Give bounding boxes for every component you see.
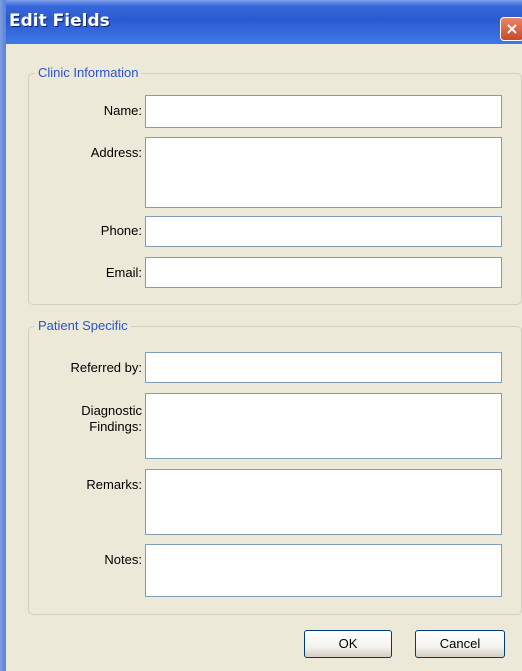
phone-label: Phone: (100, 223, 142, 238)
dialog-body: Clinic Information Name: Address: Phone:… (6, 44, 522, 671)
close-button[interactable]: × (500, 17, 522, 41)
address-label: Address: (90, 145, 142, 160)
name-label: Name: (103, 103, 142, 118)
title-bar-highlight (0, 0, 522, 6)
cancel-button[interactable]: Cancel (415, 630, 505, 658)
clinic-information-legend: Clinic Information (35, 65, 142, 80)
diagnostic-findings-field[interactable] (145, 393, 502, 459)
title-bar[interactable]: Edit Fields × (0, 0, 522, 44)
edit-fields-dialog: Edit Fields × Clinic Information Name: A… (0, 0, 522, 671)
address-field[interactable] (145, 137, 502, 208)
notes-label: Notes: (104, 552, 142, 567)
close-icon: × (505, 19, 519, 38)
remarks-label: Remarks: (86, 477, 142, 492)
referred-by-field[interactable] (145, 352, 502, 383)
remarks-field[interactable] (145, 469, 502, 535)
email-label: Email: (105, 265, 142, 280)
diagnostic-findings-label-line2: Findings: (89, 419, 142, 434)
window-title: Edit Fields (9, 11, 110, 31)
phone-field[interactable] (145, 216, 502, 247)
notes-field[interactable] (145, 544, 502, 597)
referred-by-label: Referred by: (70, 360, 142, 375)
name-field[interactable] (145, 95, 502, 128)
email-field[interactable] (145, 257, 502, 288)
ok-button[interactable]: OK (304, 630, 392, 658)
diagnostic-findings-label-line1: Diagnostic (81, 403, 142, 418)
patient-specific-legend: Patient Specific (35, 318, 131, 333)
